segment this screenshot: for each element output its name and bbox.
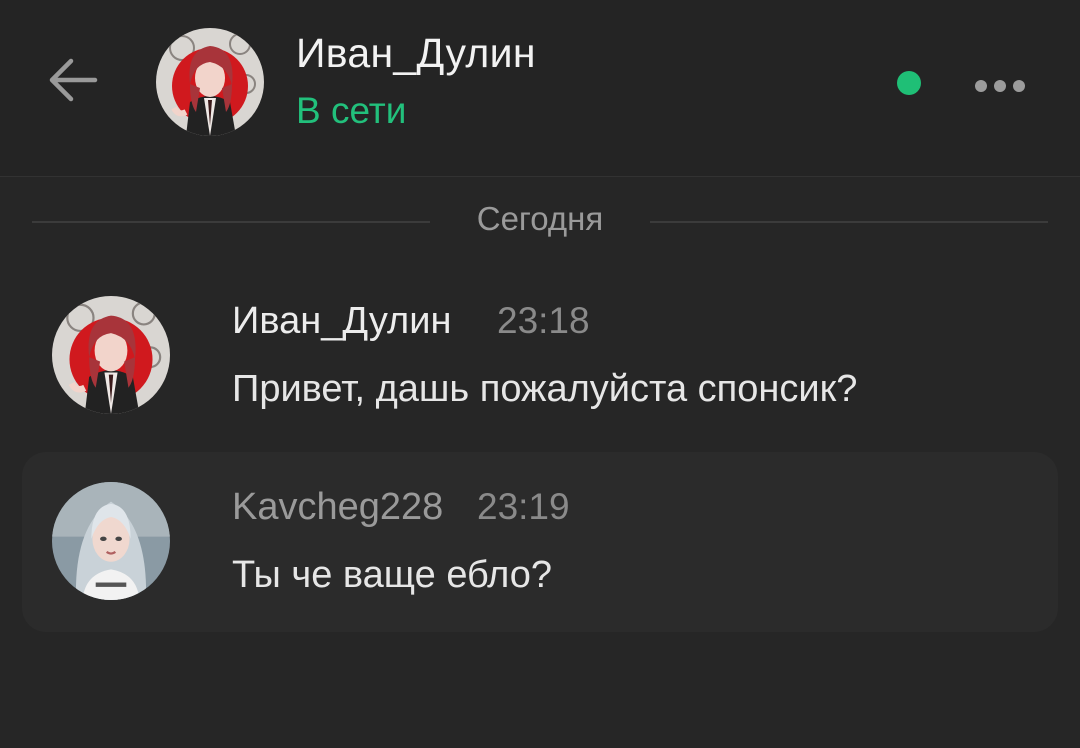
more-dot (975, 80, 987, 92)
contact-avatar[interactable] (156, 28, 264, 136)
message-text: Ты че ваще ебло? (232, 554, 552, 596)
message-text: Привет, дашь пожалуйста спонсик? (232, 368, 858, 410)
message-time: 23:18 (497, 300, 590, 341)
chat-screen: Иван_Дулин В сети Сегодня Иван_Дулин 23:… (0, 0, 1080, 748)
message-time: 23:19 (477, 486, 570, 527)
message-author[interactable]: Kavcheg228 (232, 486, 443, 529)
user-photo-avatar (52, 482, 170, 600)
more-options-button[interactable] (960, 62, 1040, 110)
divider-line-right (650, 221, 1048, 223)
message-author-avatar[interactable] (52, 296, 170, 414)
message-author[interactable]: Иван_Дулин (232, 300, 451, 343)
anime-character-avatar (52, 296, 170, 414)
back-button[interactable] (40, 48, 104, 112)
date-divider-label: Сегодня (476, 200, 604, 237)
message-author-avatar[interactable] (52, 482, 170, 600)
contact-name[interactable]: Иван_Дулин (296, 30, 536, 77)
contact-status: В сети (296, 90, 407, 131)
divider-line-left (32, 221, 430, 223)
message-item[interactable]: Kavcheg228 23:19 Ты че ваще ебло? (22, 452, 1058, 632)
arrow-left-icon (49, 58, 98, 102)
more-dot (994, 80, 1006, 92)
chat-header: Иван_Дулин В сети (0, 0, 1080, 177)
online-indicator-icon (897, 71, 921, 95)
anime-character-avatar (156, 28, 264, 136)
more-dot (1013, 80, 1025, 92)
message-item[interactable]: Иван_Дулин 23:18 Привет, дашь пожалуйста… (22, 278, 1058, 438)
